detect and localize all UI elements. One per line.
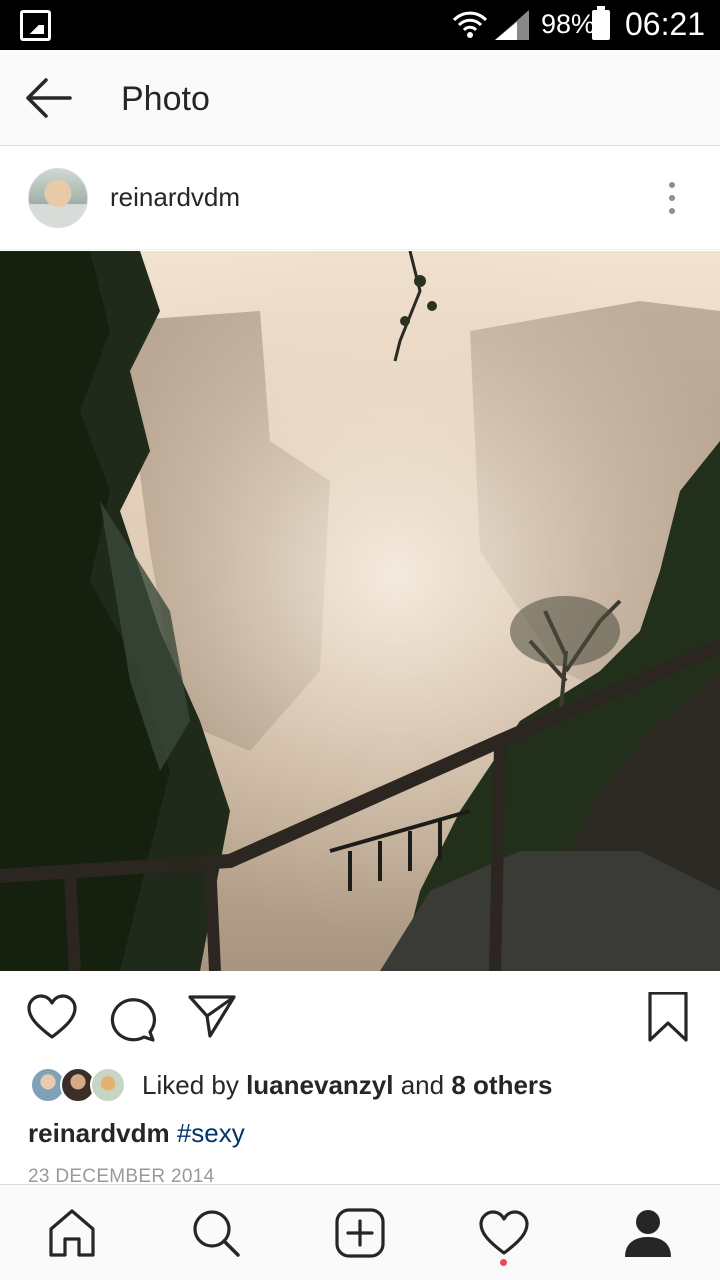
status-bar: 98% 06:21 [0, 0, 720, 50]
post-photo[interactable] [0, 251, 720, 971]
post-username[interactable]: reinardvdm [110, 182, 240, 213]
post-actions [0, 972, 720, 1062]
likes-summary: Liked by luanevanzyl and 8 others [142, 1070, 553, 1101]
comment-icon[interactable] [106, 992, 158, 1044]
search-icon[interactable] [190, 1207, 242, 1259]
bottom-nav [0, 1184, 720, 1280]
avatar[interactable] [28, 168, 88, 228]
likes-others[interactable]: 8 others [451, 1070, 552, 1100]
likes-row[interactable]: Liked by luanevanzyl and 8 others [30, 1065, 710, 1105]
waterfall-photo [0, 251, 720, 971]
arrow-left-icon[interactable] [22, 76, 74, 120]
notification-dot [500, 1259, 507, 1266]
post-caption: reinardvdm #sexy [28, 1118, 245, 1149]
signal-icon [495, 10, 529, 40]
clock: 06:21 [625, 6, 706, 42]
hashtag[interactable]: #sexy [177, 1118, 245, 1148]
wifi-icon [452, 11, 488, 38]
caption-username[interactable]: reinardvdm [28, 1118, 170, 1148]
share-icon[interactable] [186, 992, 238, 1044]
gallery-icon [20, 10, 51, 41]
top-app-bar: Photo [0, 50, 720, 146]
likes-conjunction: and [400, 1070, 445, 1100]
battery-icon [592, 6, 610, 40]
activity-icon[interactable] [478, 1207, 530, 1259]
likes-prefix: Liked by [142, 1070, 239, 1100]
more-vertical-icon[interactable] [660, 180, 684, 216]
first-liker[interactable]: luanevanzyl [246, 1070, 393, 1100]
bookmark-icon[interactable] [642, 992, 694, 1044]
battery-percentage: 98% [541, 9, 596, 39]
page-title: Photo [121, 80, 210, 118]
liker-avatars [30, 1067, 130, 1103]
post-header: reinardvdm [0, 147, 720, 250]
profile-icon[interactable] [622, 1207, 674, 1259]
home-icon[interactable] [46, 1207, 98, 1259]
add-post-icon[interactable] [334, 1207, 386, 1259]
avatar [90, 1067, 126, 1103]
heart-icon[interactable] [26, 992, 78, 1044]
